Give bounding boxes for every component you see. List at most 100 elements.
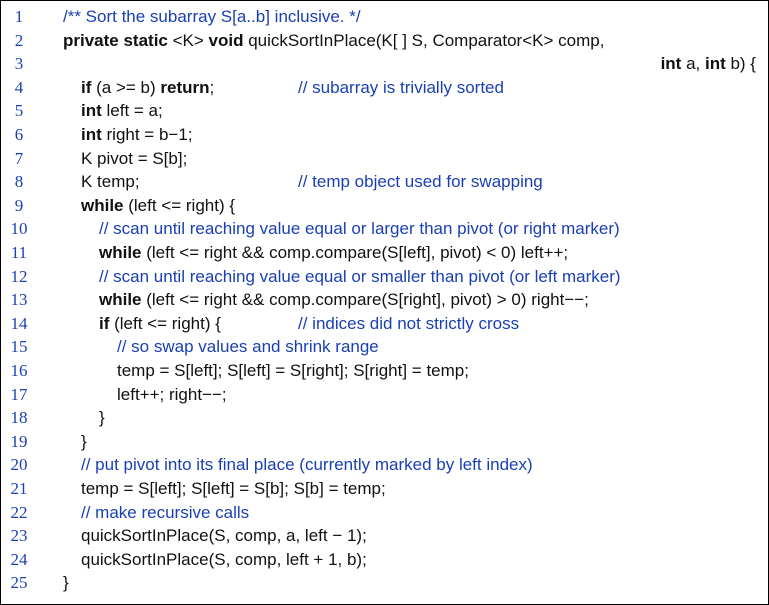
code-line: 4 if (a >= b) return; // subarray is trivi…: [1, 76, 768, 100]
code-line: 10 // scan until reaching value equal or …: [1, 217, 768, 241]
code-text: /** Sort the subarray S[a..b] inclusive.…: [63, 5, 361, 29]
code-token: quickSortInPlace(S, comp, left + 1, b);: [81, 549, 367, 569]
code-line: 15 // so swap values and shrink range: [1, 335, 768, 359]
line-number: 25: [10, 573, 28, 593]
line-number: 8: [14, 172, 24, 192]
code-line: 12 // scan until reaching value equal or …: [1, 265, 768, 289]
code-text: }: [81, 430, 87, 454]
code-line: 3 int a, int b) {: [1, 52, 768, 76]
code-text: // scan until reaching value equal or la…: [99, 217, 620, 241]
line-number: 3: [14, 54, 24, 74]
code-text: while (left <= right && comp.compare(S[r…: [99, 288, 589, 312]
keyword: return: [160, 77, 210, 97]
code-line: 20 // put pivot into its final place (cur…: [1, 453, 768, 477]
code-line: 16 temp = S[left]; S[left] = S[right]; S[…: [1, 359, 768, 383]
line-number: 13: [10, 290, 28, 310]
code-text: // so swap values and shrink range: [117, 335, 379, 359]
code-token: (left <= right && comp.compare(S[right],…: [141, 290, 589, 310]
code-token: quickSortInPlace(K[ ] S, Comparator<K> c…: [243, 30, 605, 50]
line-number: 18: [10, 408, 28, 428]
code-listing: 1 /** Sort the subarray S[a..b] inclusive…: [0, 0, 769, 605]
code-token: temp = S[left]; S[left] = S[b]; S[b] = t…: [81, 479, 386, 498]
code-line: 2 private static <K> void quickSortInPlac…: [1, 29, 768, 53]
code-line: 13 while (left <= right && comp.compare(S…: [1, 288, 768, 312]
code-text: }: [99, 406, 105, 430]
code-token: temp = S[left]; S[left] = S[right]; S[ri…: [117, 361, 469, 380]
line-number: 16: [10, 361, 28, 380]
code-token: K temp;: [81, 172, 140, 192]
keyword: private static: [63, 30, 168, 50]
line-number: 11: [10, 243, 28, 262]
code-line: 14 if (left <= right) {// indices did not…: [1, 312, 768, 336]
code-token: a,: [681, 54, 705, 74]
code-token: left = a;: [101, 101, 163, 121]
keyword: int: [81, 101, 102, 121]
keyword: int: [704, 54, 726, 74]
code-text: private static <K> void quickSortInPlace…: [63, 29, 604, 53]
code-comment: // so swap values and shrink range: [117, 337, 379, 357]
line-number: 1: [14, 7, 24, 26]
code-text: int right = b−1;: [81, 123, 193, 147]
keyword: if: [81, 77, 92, 97]
keyword: void: [208, 30, 244, 50]
code-text: K pivot = S[b];: [81, 147, 187, 171]
line-number: 23: [10, 526, 28, 546]
line-number: 22: [10, 502, 28, 522]
code-text: }: [63, 571, 69, 595]
inline-comment: // subarray is trivially sorted: [298, 77, 504, 97]
code-comment: /** Sort the subarray S[a..b] inclusive.…: [63, 7, 361, 26]
code-text: // make recursive calls: [81, 501, 249, 525]
line-number: 5: [14, 101, 24, 121]
keyword: while: [99, 290, 142, 310]
code-text: while (left <= right && comp.compare(S[l…: [99, 241, 568, 265]
code-token: <K>: [167, 30, 209, 50]
code-line: 8 K temp; // temp object used for swapping: [1, 170, 768, 194]
code-text: left++; right−−;: [117, 383, 227, 407]
code-token: quickSortInPlace(S, comp, a, left − 1);: [81, 526, 367, 546]
code-text: temp = S[left]; S[left] = S[right]; S[ri…: [117, 359, 469, 383]
code-text: temp = S[left]; S[left] = S[b]; S[b] = t…: [81, 477, 386, 501]
code-text: quickSortInPlace(S, comp, left + 1, b);: [81, 548, 367, 572]
code-line: 5 int left = a;: [1, 99, 768, 123]
code-line: 6 int right = b−1;: [1, 123, 768, 147]
code-line: 23 quickSortInPlace(S, comp, a, left − 1)…: [1, 524, 768, 548]
keyword: int: [660, 54, 682, 74]
line-number: 21: [10, 479, 28, 498]
keyword: while: [99, 243, 142, 262]
code-line: 11 while (left <= right && comp.compare(S…: [1, 241, 768, 265]
code-line: 18}: [1, 406, 768, 430]
line-number: 6: [14, 125, 24, 144]
code-token: }: [81, 431, 87, 451]
code-line: 1 /** Sort the subarray S[a..b] inclusive…: [1, 5, 768, 29]
inline-comment: // temp object used for swapping: [298, 172, 543, 192]
line-number: 2: [14, 30, 24, 50]
code-token: }: [99, 408, 105, 428]
code-comment: // scan until reaching value equal or sm…: [99, 266, 621, 286]
line-number: 14: [10, 313, 28, 333]
line-number: 10: [10, 219, 28, 239]
code-text: // scan until reaching value equal or sm…: [99, 265, 621, 289]
code-line: 21 temp = S[left]; S[left] = S[b]; S[b] =…: [1, 477, 768, 501]
code-token: b) {: [725, 54, 756, 74]
code-line: 17 left++; right−−;: [1, 383, 768, 407]
code-line: 25}: [1, 571, 768, 595]
code-text: quickSortInPlace(S, comp, a, left − 1);: [81, 524, 367, 548]
code-token: (left <= right) {: [109, 313, 221, 333]
line-number: 24: [10, 549, 28, 569]
code-token: (left <= right) {: [123, 195, 236, 215]
line-number: 20: [10, 455, 28, 475]
keyword: int: [81, 125, 102, 144]
code-token: }: [63, 573, 69, 593]
code-text: K temp;: [81, 170, 140, 194]
code-text: int left = a;: [81, 99, 163, 123]
code-token: (a >= b): [91, 77, 161, 97]
line-number: 15: [10, 337, 28, 357]
line-number: 17: [10, 384, 28, 404]
code-token: ;: [209, 77, 215, 97]
line-number: 4: [14, 77, 24, 97]
code-comment: // put pivot into its final place (curre…: [81, 455, 533, 475]
code-line: 19}: [1, 430, 768, 454]
code-line: 22 // make recursive calls: [1, 501, 768, 525]
code-token: K pivot = S[b];: [81, 148, 188, 168]
keyword: while: [81, 195, 124, 215]
